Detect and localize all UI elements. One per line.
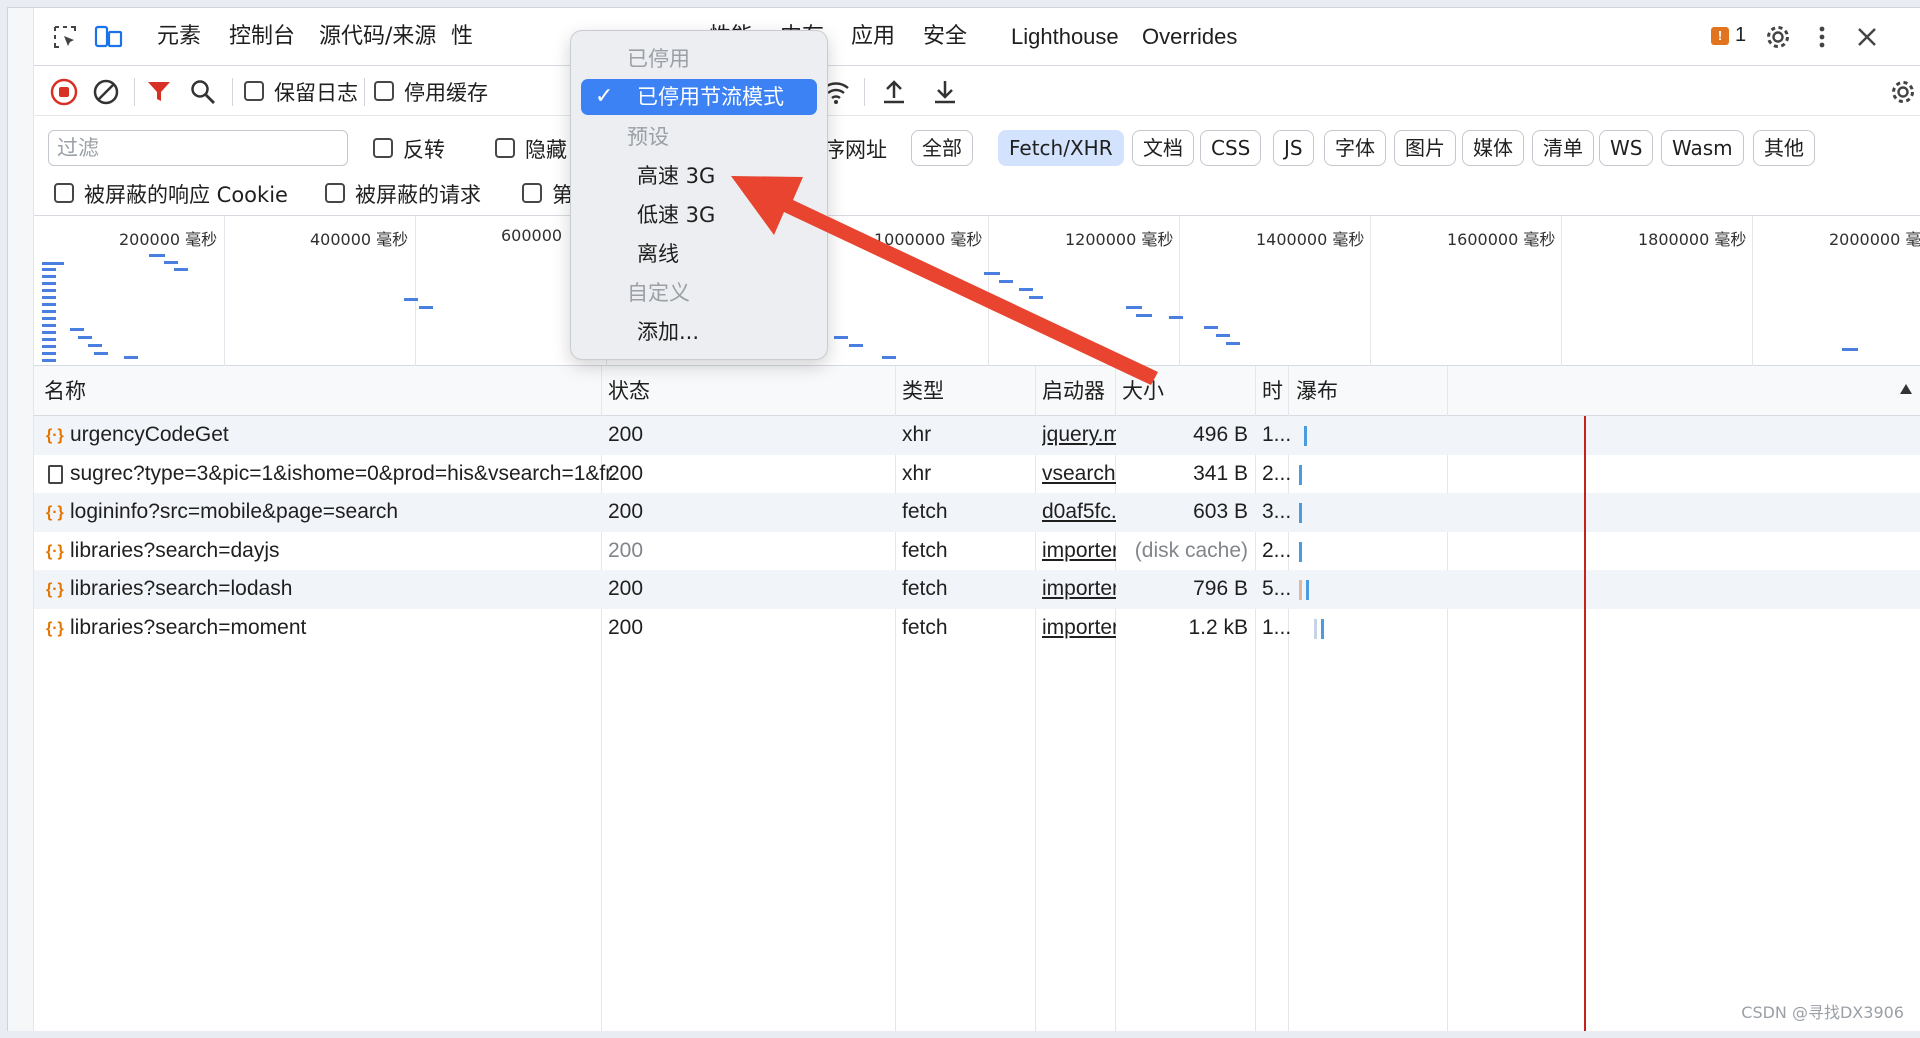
watermark-text: CSDN @寻找DX3906 — [1741, 1003, 1904, 1022]
annotation-arrow — [731, 176, 1158, 385]
devtools-window: 元素 控制台 源代码/来源 性 性能 内存 应用 安全 Lighthouse O… — [7, 7, 1920, 1031]
